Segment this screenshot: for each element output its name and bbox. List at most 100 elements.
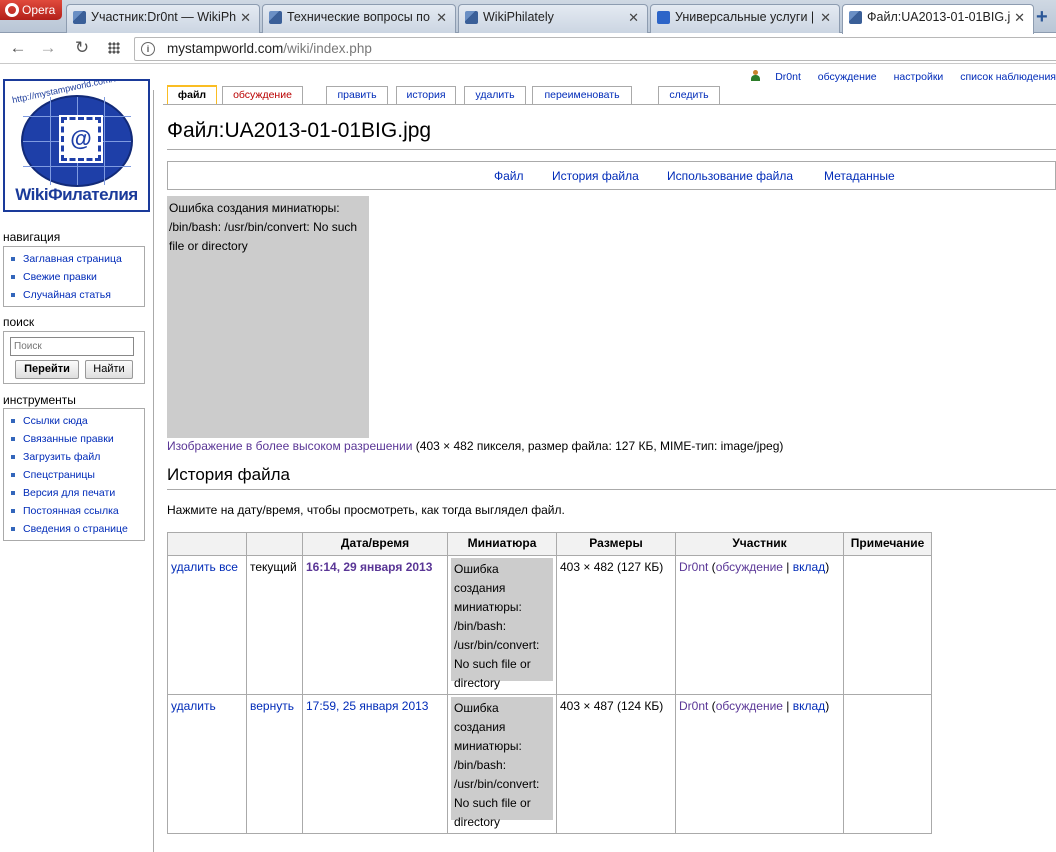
row-talk-link[interactable]: обсуждение: [716, 560, 783, 574]
table-header-row: Дата/время Миниатюра Размеры Участник Пр…: [167, 532, 932, 556]
opera-menu-label: Opera: [22, 3, 56, 17]
col-header-thumbnail: Миниатюра: [447, 532, 557, 556]
search-heading: поиск: [3, 315, 35, 329]
new-tab-icon[interactable]: +: [1036, 6, 1056, 30]
close-tab-icon[interactable]: ✕: [240, 5, 251, 30]
row-datetime-link[interactable]: 17:59, 25 января 2013: [302, 694, 448, 834]
tab-discussion[interactable]: обсуждение: [222, 86, 303, 104]
row-revert-link[interactable]: вернуть: [246, 694, 303, 834]
search-input[interactable]: [10, 337, 134, 356]
opera-menu-button[interactable]: Opera: [0, 0, 62, 20]
history-intro: Нажмите на дату/время, чтобы просмотреть…: [167, 503, 565, 517]
row-user-link[interactable]: Dr0nt: [679, 560, 708, 574]
url-path: /wiki/index.php: [283, 41, 372, 56]
row-contrib-link[interactable]: вклад: [793, 560, 825, 574]
sidebar-item-what-links-here[interactable]: Ссылки сюда: [4, 412, 144, 430]
tab-delete[interactable]: удалить: [464, 86, 526, 104]
browser-tab-3[interactable]: WikiPhilately ✕: [458, 4, 648, 33]
personal-user-link[interactable]: Dr0nt: [775, 71, 801, 83]
opera-logo-icon: [5, 3, 19, 17]
row-thumb-error[interactable]: Ошибка создания миниатюры: /bin/bash: /u…: [451, 697, 553, 829]
hires-link[interactable]: Изображение в более высоком разрешении: [167, 439, 412, 453]
row-datetime-link[interactable]: 16:14, 29 января 2013: [302, 555, 448, 695]
browser-tab-1[interactable]: Участник:Dr0nt — WikiPh ✕: [66, 4, 260, 33]
wiki-favicon-icon: [269, 11, 282, 24]
back-arrow-icon[interactable]: ←: [6, 37, 30, 59]
tab-file[interactable]: файл: [167, 85, 217, 104]
sidebar-divider: [153, 90, 154, 852]
reload-icon[interactable]: ↻: [70, 37, 94, 59]
sidebar-item-special-pages[interactable]: Спецстраницы: [4, 466, 144, 484]
tools-portlet: Ссылки сюда Связанные правки Загрузить ф…: [3, 408, 145, 541]
thumbnail-error[interactable]: Ошибка создания миниатюры: /bin/bash: /u…: [167, 196, 369, 438]
sidebar-item-main-page[interactable]: Заглавная страница: [4, 250, 144, 268]
go-button[interactable]: Перейти: [15, 360, 79, 379]
sidebar-item-random-article[interactable]: Случайная статья: [4, 286, 144, 304]
personal-talk-link[interactable]: обсуждение: [818, 71, 877, 83]
personal-watchlist-link[interactable]: список наблюдения: [960, 71, 1056, 83]
sidebar-item-page-info[interactable]: Сведения о странице: [4, 520, 144, 538]
close-tab-icon[interactable]: ✕: [628, 5, 639, 30]
title-divider: [167, 149, 1056, 150]
browser-tab-2[interactable]: Технические вопросы по ✕: [262, 4, 456, 33]
wiki-favicon-icon: [73, 11, 86, 24]
tab-title: Универсальные услуги |: [675, 10, 815, 24]
nav-portlet: Заглавная страница Свежие правки Случайн…: [3, 246, 145, 307]
table-row: удалить вернуть 17:59, 25 января 2013 Ош…: [167, 694, 932, 834]
close-tab-icon[interactable]: ✕: [1014, 5, 1025, 30]
table-row: удалить все текущий 16:14, 29 января 201…: [167, 555, 932, 695]
hires-info: (403 × 482 пикселя, размер файла: 127 КБ…: [412, 439, 784, 453]
logo-name: WikiФилателия: [15, 185, 138, 204]
row-thumb-error[interactable]: Ошибка создания миниатюры: /bin/bash: /u…: [451, 558, 553, 690]
wiki-page: http://mystampworld.com/wiki @ WikiФилат…: [0, 64, 1056, 852]
close-tab-icon[interactable]: ✕: [436, 5, 447, 30]
toc-link-metadata[interactable]: Метаданные: [824, 169, 895, 183]
tools-heading: инструменты: [3, 393, 76, 407]
row-talk-link[interactable]: обсуждение: [716, 699, 783, 713]
browser-tab-4[interactable]: Универсальные услуги | ✕: [650, 4, 840, 33]
hires-line: Изображение в более высоком разрешении (…: [167, 439, 783, 453]
row-user-link[interactable]: Dr0nt: [679, 699, 708, 713]
col-header-state: [246, 532, 303, 556]
browser-tab-active[interactable]: Файл:UA2013-01-01BIG.j ✕: [842, 4, 1034, 34]
toc-link-file[interactable]: Файл: [494, 169, 524, 183]
site-favicon-icon: [657, 11, 670, 24]
sidebar-item-related-changes[interactable]: Связанные правки: [4, 430, 144, 448]
browser-nav-bar: ← → ↻ i mystampworld.com/wiki/index.php: [0, 33, 1056, 64]
col-header-datetime: Дата/время: [302, 532, 448, 556]
row-thumb-cell: Ошибка создания миниатюры: /bin/bash: /u…: [447, 694, 557, 834]
row-size: 403 × 487 (124 КБ): [556, 694, 676, 834]
toc-link-usage[interactable]: Использование файла: [667, 169, 793, 183]
sidebar-item-permanent-link[interactable]: Постоянная ссылка: [4, 502, 144, 520]
tab-title: Технические вопросы по: [287, 10, 430, 24]
toc-link-history[interactable]: История файла: [552, 169, 639, 183]
search-portlet: Перейти Найти: [3, 331, 145, 384]
row-size: 403 × 482 (127 КБ): [556, 555, 676, 695]
row-action-link[interactable]: удалить: [167, 694, 247, 834]
sidebar-item-upload-file[interactable]: Загрузить файл: [4, 448, 144, 466]
browser-tab-bar: Opera Участник:Dr0nt — WikiPh ✕ Техничес…: [0, 0, 1056, 34]
address-bar[interactable]: i mystampworld.com/wiki/index.php: [134, 37, 1056, 61]
tab-edit[interactable]: править: [326, 86, 388, 104]
history-divider: [167, 489, 1056, 490]
col-header-note: Примечание: [843, 532, 932, 556]
row-contrib-link[interactable]: вклад: [793, 699, 825, 713]
tab-history[interactable]: история: [396, 86, 456, 104]
find-button[interactable]: Найти: [85, 360, 133, 379]
tab-rename[interactable]: переименовать: [532, 86, 632, 104]
site-logo[interactable]: http://mystampworld.com/wiki @ WikiФилат…: [3, 79, 150, 212]
tab-title: Файл:UA2013-01-01BIG.j: [867, 10, 1011, 24]
sidebar-item-printable-version[interactable]: Версия для печати: [4, 484, 144, 502]
history-heading: История файла: [167, 465, 290, 484]
tab-title: WikiPhilately: [483, 10, 554, 24]
row-action-link[interactable]: удалить все: [167, 555, 247, 695]
speed-dial-grid-icon[interactable]: [108, 42, 120, 54]
row-thumb-cell: Ошибка создания миниатюры: /bin/bash: /u…: [447, 555, 557, 695]
col-header-action: [167, 532, 247, 556]
stamp-icon: @: [59, 115, 103, 163]
sidebar-item-recent-changes[interactable]: Свежие правки: [4, 268, 144, 286]
close-tab-icon[interactable]: ✕: [820, 5, 831, 30]
forward-arrow-icon[interactable]: →: [36, 37, 60, 59]
tab-watch[interactable]: следить: [658, 86, 720, 104]
personal-settings-link[interactable]: настройки: [894, 71, 944, 83]
